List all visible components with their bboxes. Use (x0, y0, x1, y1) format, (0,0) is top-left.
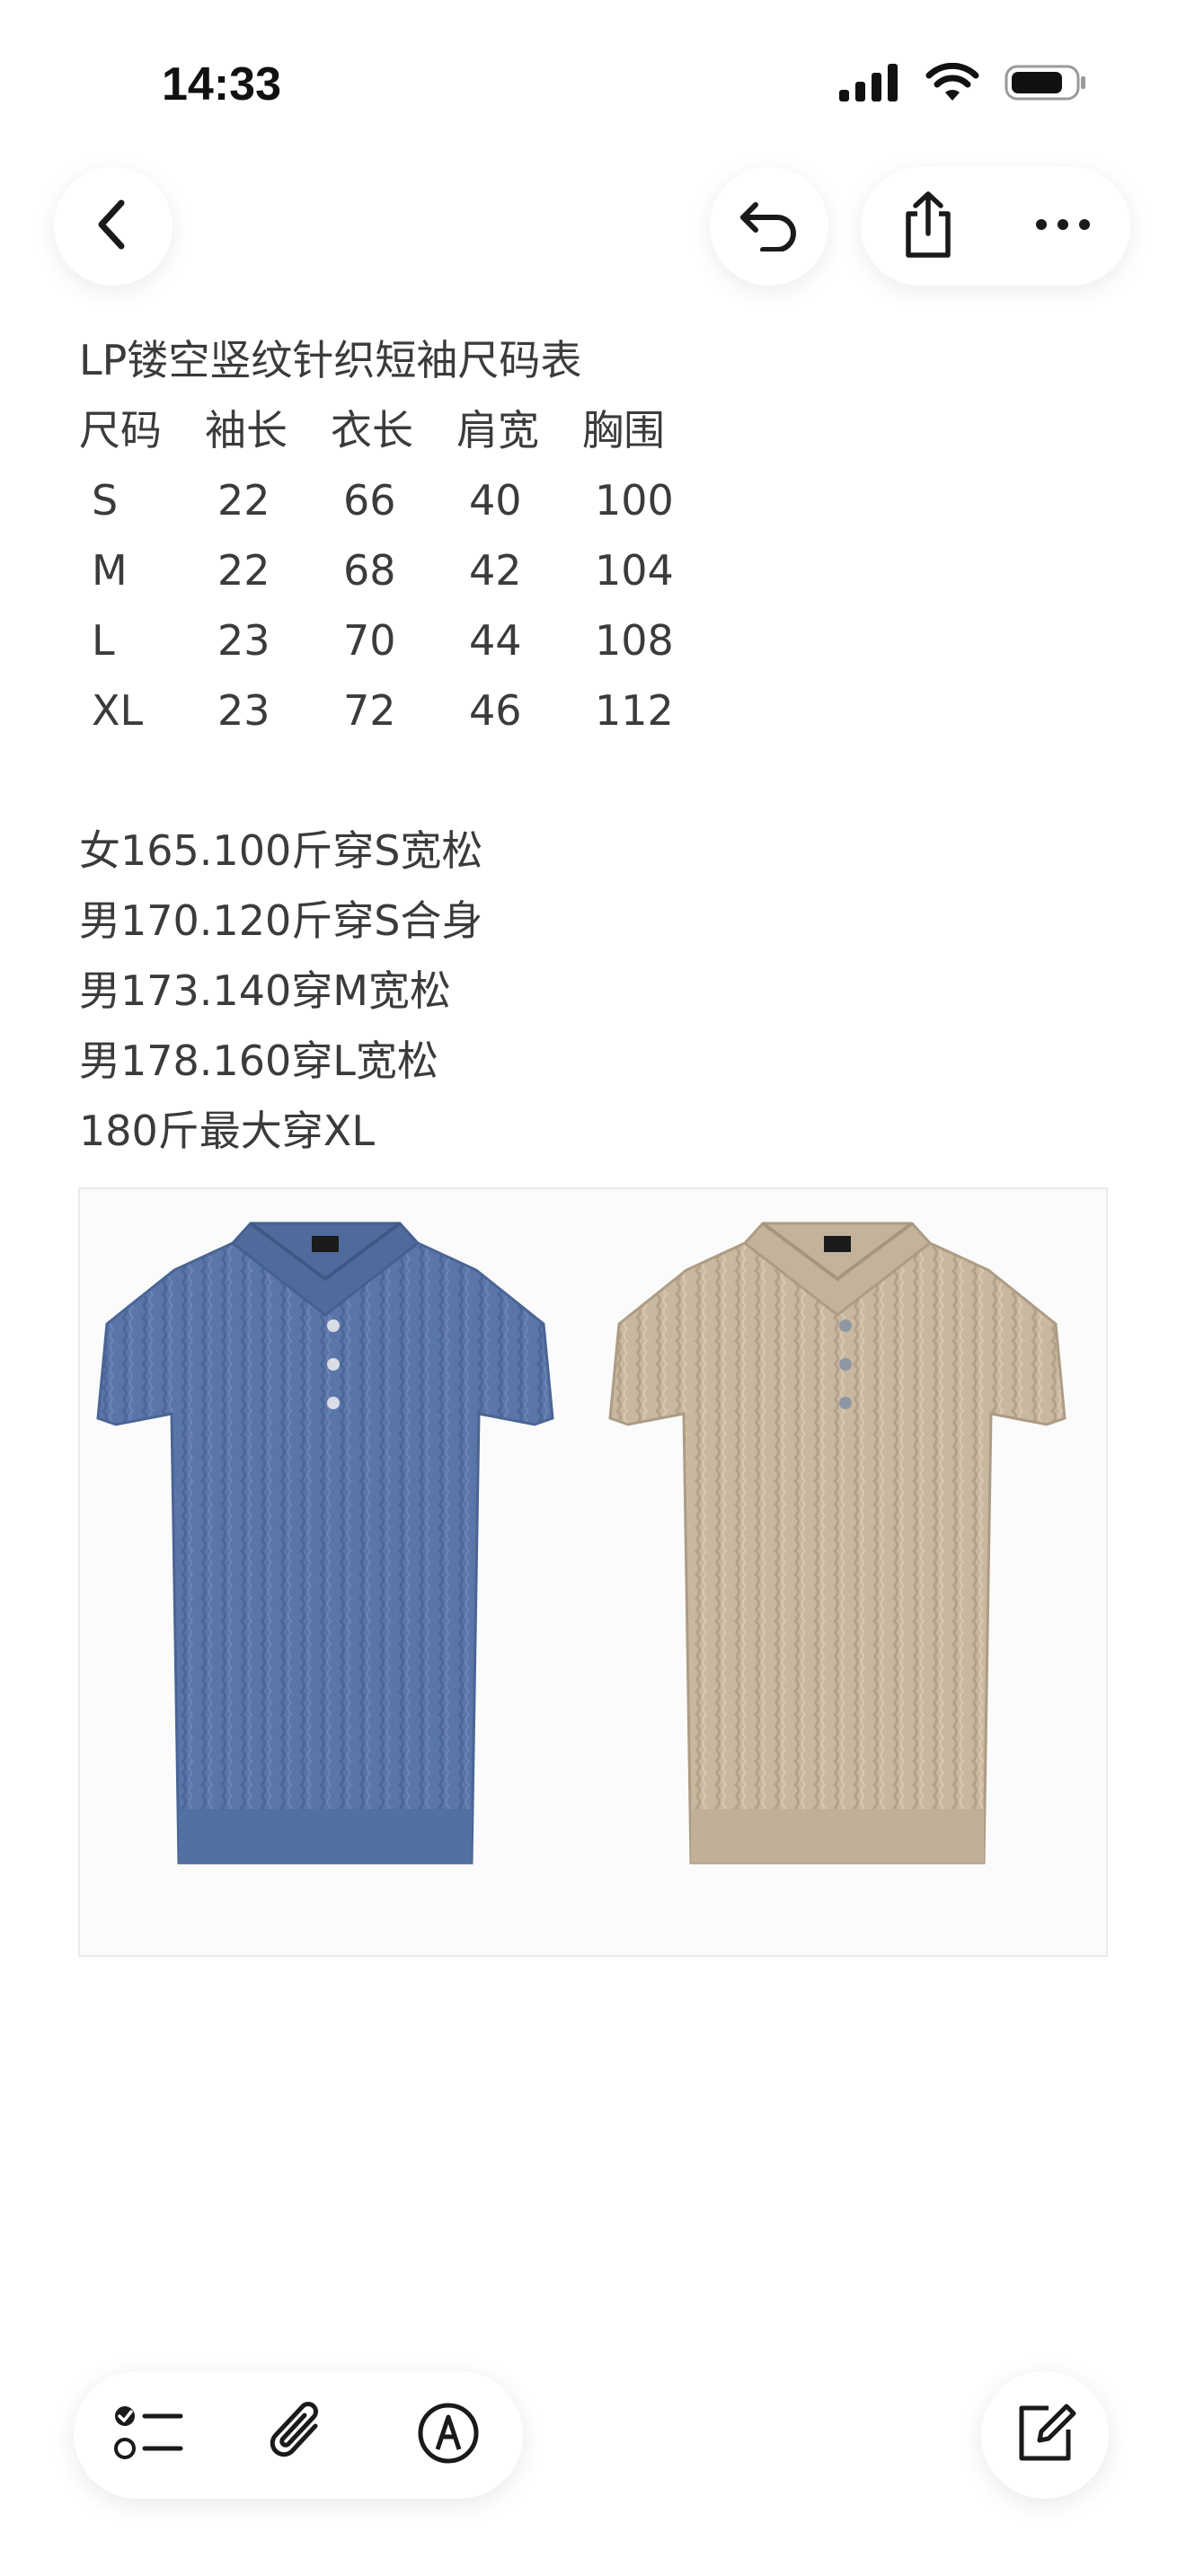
table-cell: 100 (595, 476, 674, 525)
table-cell: 22 (217, 476, 270, 525)
table-cell: 72 (343, 686, 396, 735)
table-cell: 23 (217, 616, 270, 665)
recommendation-line: 男170.120斤穿S合身 (79, 896, 483, 945)
table-cell: S (92, 476, 119, 525)
table-header-cell: 袖长 (205, 406, 288, 454)
battery-icon (1005, 63, 1087, 106)
table-cell: 22 (217, 546, 270, 595)
more-icon (1034, 217, 1092, 235)
table-cell: 44 (469, 616, 522, 665)
share-icon (899, 190, 957, 262)
size-table: 尺码 袖长 衣长 肩宽 胸围 S 22 66 40 100 M 22 68 42… (79, 395, 708, 745)
share-button[interactable] (874, 167, 982, 286)
bottom-toolbar (74, 2371, 523, 2499)
paperclip-icon (267, 2399, 330, 2471)
compose-button[interactable] (981, 2371, 1109, 2499)
note-title: LP镂空竖纹针织短袖尺码表 (79, 336, 582, 384)
table-cell: 42 (469, 546, 522, 595)
table-cell: 46 (469, 686, 522, 735)
cellular-signal-icon (837, 63, 900, 106)
table-cell: L (92, 616, 115, 665)
status-bar: 14:33 (0, 0, 1186, 171)
beige-polo-shirt (608, 1222, 1067, 1865)
recommendation-line: 男178.160穿L宽松 (79, 1037, 438, 1085)
table-cell: 70 (343, 616, 396, 665)
markup-pen-icon (416, 2401, 481, 2469)
undo-icon (738, 198, 801, 255)
table-cell: 108 (595, 616, 674, 665)
attach-button[interactable] (244, 2381, 352, 2489)
top-actions-group (861, 167, 1130, 286)
status-time: 14:33 (162, 58, 281, 110)
markup-button[interactable] (394, 2381, 502, 2489)
checklist-icon (112, 2402, 184, 2468)
size-table-header: 尺码 袖长 衣长 肩宽 胸围 (79, 395, 708, 465)
table-header-cell: 衣长 (331, 406, 413, 454)
table-row: L 23 70 44 108 (79, 605, 708, 675)
table-header-cell: 肩宽 (456, 406, 539, 454)
attached-product-image[interactable] (78, 1187, 1108, 1957)
table-cell: XL (92, 686, 144, 735)
more-button[interactable] (1009, 167, 1117, 286)
table-cell: 112 (595, 686, 674, 735)
table-cell: 68 (343, 546, 396, 595)
table-row: S 22 66 40 100 (79, 465, 708, 535)
table-header-cell: 胸围 (582, 406, 665, 454)
recommendation-line: 180斤最大穿XL (79, 1107, 375, 1155)
recommendation-line: 男173.140穿M宽松 (79, 966, 451, 1015)
chevron-left-icon (91, 198, 136, 255)
table-row: M 22 68 42 104 (79, 535, 708, 605)
recommendation-line: 女165.100斤穿S宽松 (79, 826, 483, 875)
table-row: XL 23 72 46 112 (79, 675, 708, 745)
back-button[interactable] (54, 167, 173, 286)
compose-icon (1013, 2401, 1077, 2469)
table-cell: 40 (469, 476, 522, 525)
note-body[interactable]: LP镂空竖纹针织短袖尺码表 尺码 袖长 衣长 肩宽 胸围 S 22 66 40 … (79, 325, 1112, 1166)
blue-polo-shirt (96, 1222, 554, 1865)
wifi-icon (925, 62, 979, 106)
table-cell: M (92, 546, 128, 595)
checklist-button[interactable] (94, 2381, 202, 2489)
status-icons (837, 62, 1087, 106)
table-header-cell: 尺码 (79, 406, 162, 454)
table-cell: 66 (343, 476, 396, 525)
table-cell: 104 (595, 546, 674, 595)
table-cell: 23 (217, 686, 270, 735)
undo-button[interactable] (710, 167, 828, 286)
